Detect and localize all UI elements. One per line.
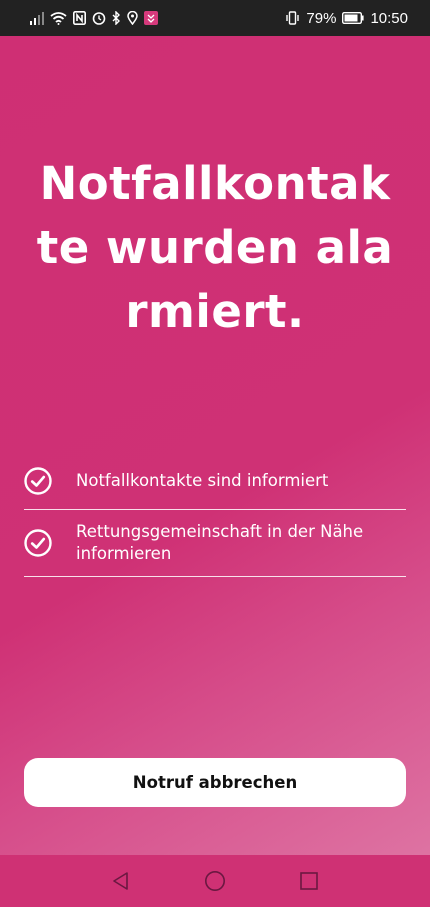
- status-checklist: Notfallkontakte sind informiert Rettungs…: [24, 452, 406, 577]
- home-icon[interactable]: [203, 869, 227, 893]
- page-title: Notfallkontakte wurden alarmiert.: [36, 157, 394, 338]
- checklist-item-label: Rettungsgemeinschaft in der Nähe informi…: [76, 522, 364, 563]
- battery-percent: 79%: [306, 9, 337, 27]
- cancel-emergency-button[interactable]: Notruf abbrechen: [24, 758, 406, 807]
- status-bar: 79% 10:50: [0, 0, 430, 36]
- wifi-icon: [50, 11, 67, 25]
- system-nav-bar: [0, 855, 430, 907]
- emergency-alert-screen: 79% 10:50 Notfallkontakte wurden alarmie…: [0, 0, 430, 907]
- check-circle-icon: [24, 529, 52, 557]
- signal-icon: [30, 11, 44, 25]
- vibrate-icon: [285, 11, 300, 25]
- bluetooth-icon: [112, 11, 121, 25]
- checklist-item-label: Notfallkontakte sind informiert: [76, 470, 329, 490]
- nfc-icon: [73, 11, 86, 25]
- status-right-icons: 79% 10:50: [285, 10, 408, 27]
- back-icon[interactable]: [109, 869, 133, 893]
- list-item: Rettungsgemeinschaft in der Nähe informi…: [24, 510, 406, 577]
- location-icon: [127, 11, 138, 25]
- clock-time: 10:50: [370, 9, 408, 27]
- check-circle-icon: [24, 466, 52, 495]
- app-notification-icon: [144, 11, 158, 25]
- list-item: Notfallkontakte sind informiert: [24, 452, 406, 510]
- recents-icon[interactable]: [297, 869, 321, 893]
- battery-icon: [342, 12, 365, 24]
- alarm-icon: [92, 11, 106, 25]
- status-left-icons: [30, 11, 158, 25]
